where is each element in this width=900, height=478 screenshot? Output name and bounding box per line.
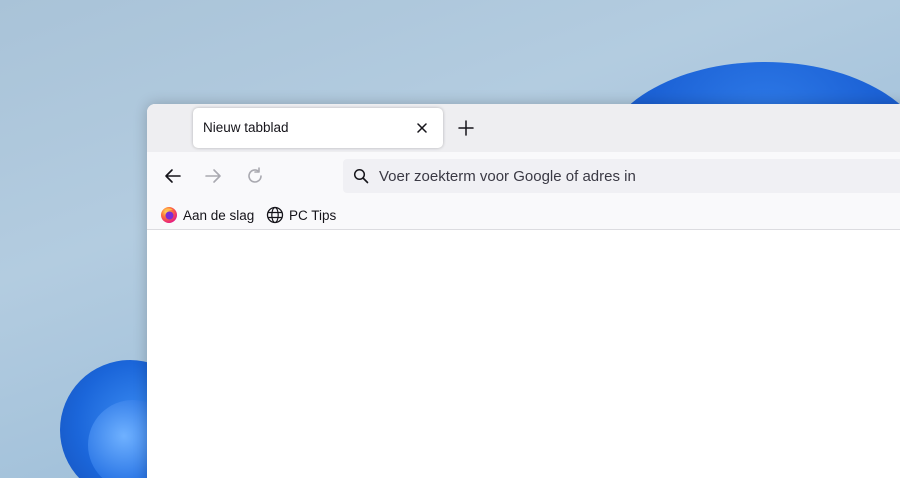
arrow-left-icon[interactable] (163, 166, 183, 186)
globe-icon (266, 206, 284, 224)
address-input[interactable] (379, 159, 879, 193)
bookmark-aan-de-slag[interactable]: Aan de slag (160, 205, 254, 225)
address-bar[interactable] (343, 159, 900, 193)
tab-title: Nieuw tabblad (203, 120, 289, 135)
browser-window: Nieuw tabblad Voer zoekterm voor Google … (147, 104, 900, 478)
bookmark-label: Aan de slag (183, 207, 255, 223)
bookmark-pc-tips[interactable]: PC Tips (266, 205, 336, 225)
tab-strip: Nieuw tabblad (147, 104, 900, 152)
page-content (147, 231, 900, 478)
plus-icon[interactable] (456, 118, 476, 138)
bookmarks-toolbar: Aan de slag PC Tips (147, 200, 900, 230)
bookmark-label: PC Tips (289, 207, 337, 223)
arrow-right-icon[interactable] (203, 166, 223, 186)
search-icon (353, 168, 369, 184)
close-icon[interactable] (414, 120, 430, 136)
firefox-logo-icon (161, 207, 177, 223)
reload-icon[interactable] (245, 166, 265, 186)
tab-new-tab[interactable]: Nieuw tabblad (193, 108, 443, 148)
navigation-toolbar (147, 152, 900, 200)
